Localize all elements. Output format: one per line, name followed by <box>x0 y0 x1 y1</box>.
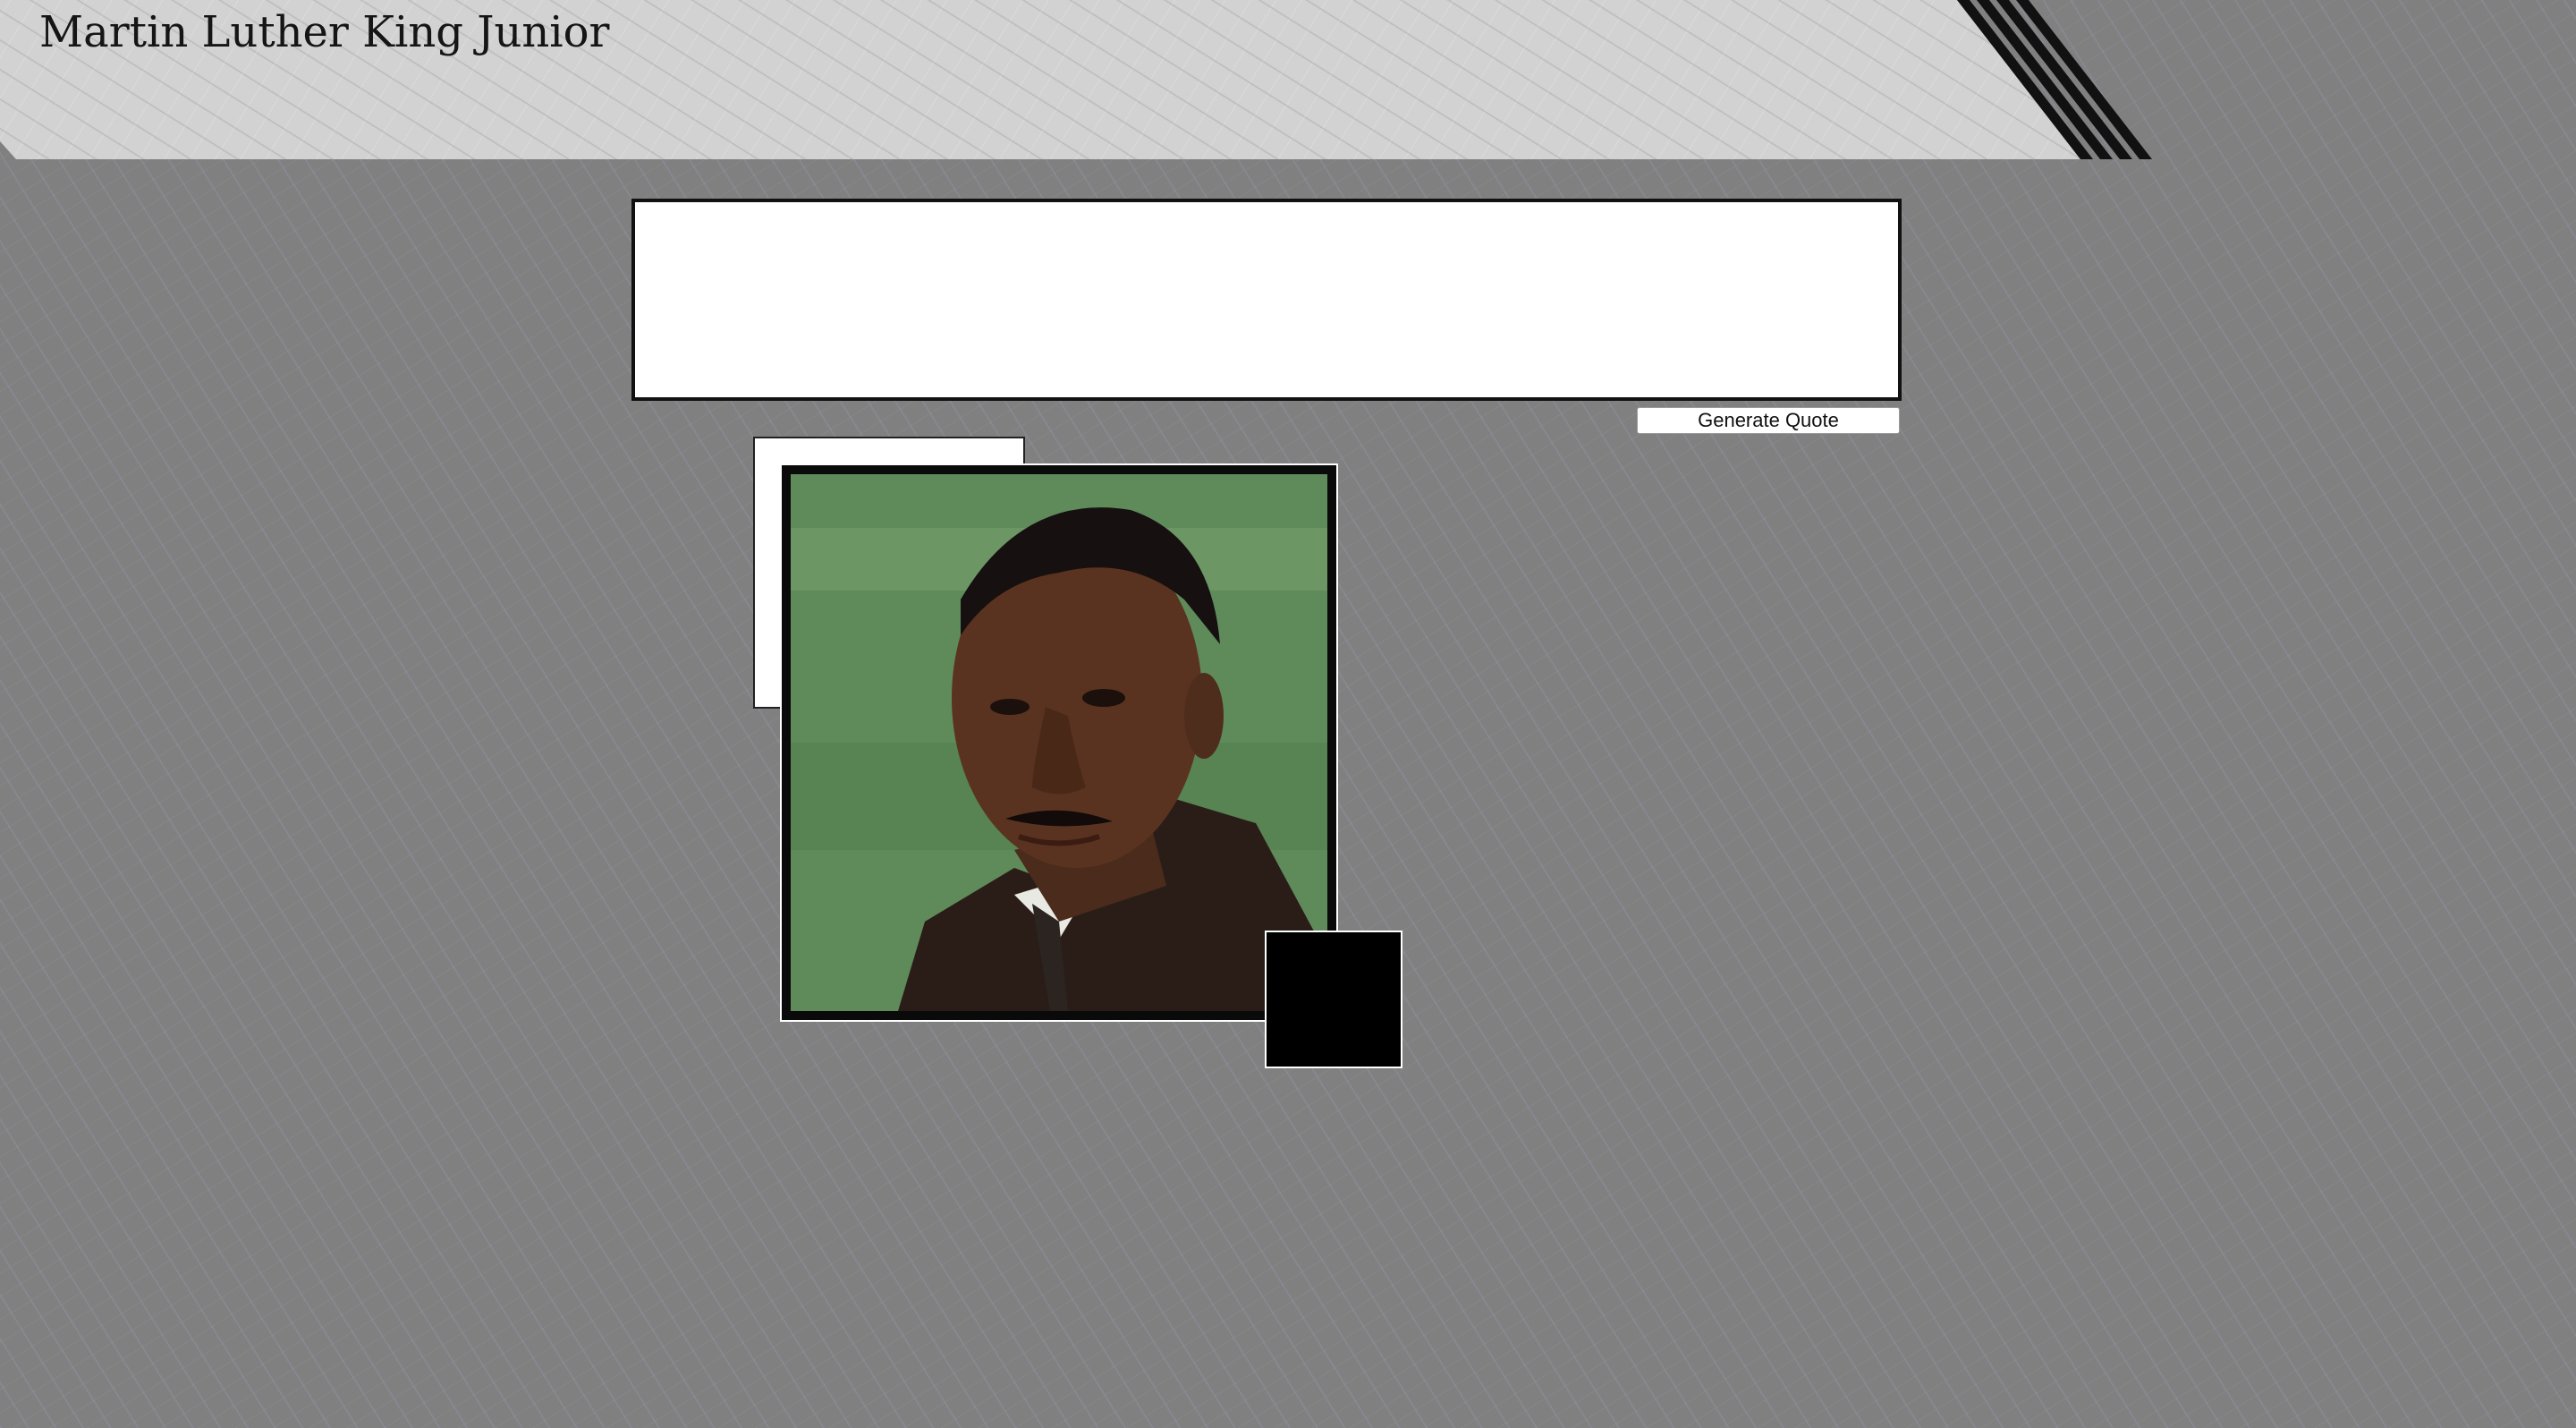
portrait-photo-icon <box>791 474 1327 1011</box>
black-square-decoration <box>1265 931 1402 1068</box>
portrait-image <box>782 465 1336 1020</box>
portrait-frame <box>780 463 1338 1022</box>
header-stripes-decoration <box>1957 0 2152 159</box>
quote-display-box <box>631 199 1902 401</box>
generate-quote-button[interactable]: Generate Quote <box>1637 407 1900 434</box>
page-title: Martin Luther King Junior <box>39 7 610 57</box>
